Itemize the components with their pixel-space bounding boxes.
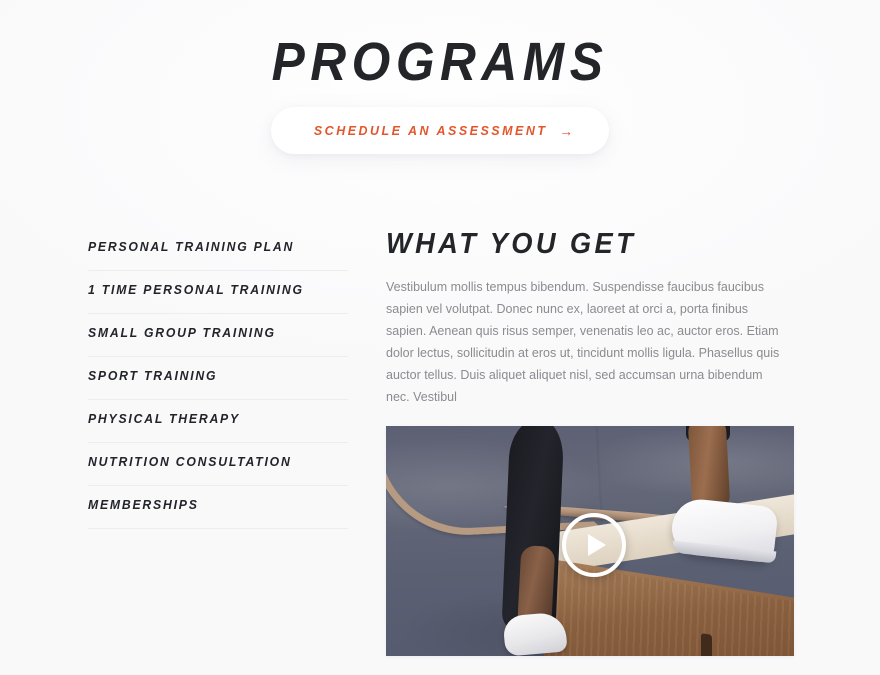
- play-triangle-glyph: [587, 534, 606, 556]
- play-icon[interactable]: [562, 513, 626, 577]
- main-content: PERSONAL TRAINING PLAN 1 TIME PERSONAL T…: [0, 228, 880, 656]
- program-link-1-time-personal-training[interactable]: 1 TIME PERSONAL TRAINING: [88, 271, 332, 313]
- section-title: WHAT YOU GET: [386, 228, 637, 260]
- arrow-right-icon: →: [559, 122, 574, 139]
- video-thumbnail[interactable]: [386, 426, 794, 656]
- list-item[interactable]: NUTRITION CONSULTATION: [88, 443, 348, 486]
- list-item[interactable]: MEMBERSHIPS: [88, 486, 348, 529]
- section-body-text: Vestibulum mollis tempus bibendum. Suspe…: [386, 280, 780, 404]
- plyo-box-handle: [701, 633, 712, 656]
- list-item[interactable]: SPORT TRAINING: [88, 357, 348, 400]
- page-title: PROGRAMS: [271, 32, 609, 92]
- program-link-small-group-training[interactable]: SMALL GROUP TRAINING: [88, 314, 332, 356]
- cta-container: SCHEDULE AN ASSESSMENT →: [0, 107, 880, 154]
- program-link-physical-therapy[interactable]: PHYSICAL THERAPY: [88, 400, 332, 442]
- what-you-get-column: WHAT YOU GET Vestibulum mollis tempus bi…: [386, 228, 796, 656]
- list-item[interactable]: PERSONAL TRAINING PLAN: [88, 228, 348, 271]
- list-item[interactable]: 1 TIME PERSONAL TRAINING: [88, 271, 348, 314]
- schedule-assessment-label: SCHEDULE AN ASSESSMENT: [313, 123, 548, 138]
- program-link-memberships[interactable]: MEMBERSHIPS: [88, 486, 332, 528]
- hero-section: PROGRAMS SCHEDULE AN ASSESSMENT →: [0, 0, 880, 200]
- programs-column: PERSONAL TRAINING PLAN 1 TIME PERSONAL T…: [88, 228, 348, 529]
- list-item[interactable]: SMALL GROUP TRAINING: [88, 314, 348, 357]
- programs-page: PROGRAMS SCHEDULE AN ASSESSMENT → PERSON…: [0, 0, 880, 675]
- program-link-nutrition-consultation[interactable]: NUTRITION CONSULTATION: [88, 443, 332, 485]
- programs-list: PERSONAL TRAINING PLAN 1 TIME PERSONAL T…: [88, 228, 348, 529]
- list-item[interactable]: PHYSICAL THERAPY: [88, 400, 348, 443]
- program-link-personal-training-plan[interactable]: PERSONAL TRAINING PLAN: [88, 228, 332, 270]
- schedule-assessment-button[interactable]: SCHEDULE AN ASSESSMENT →: [270, 107, 610, 154]
- program-link-sport-training[interactable]: SPORT TRAINING: [88, 357, 332, 399]
